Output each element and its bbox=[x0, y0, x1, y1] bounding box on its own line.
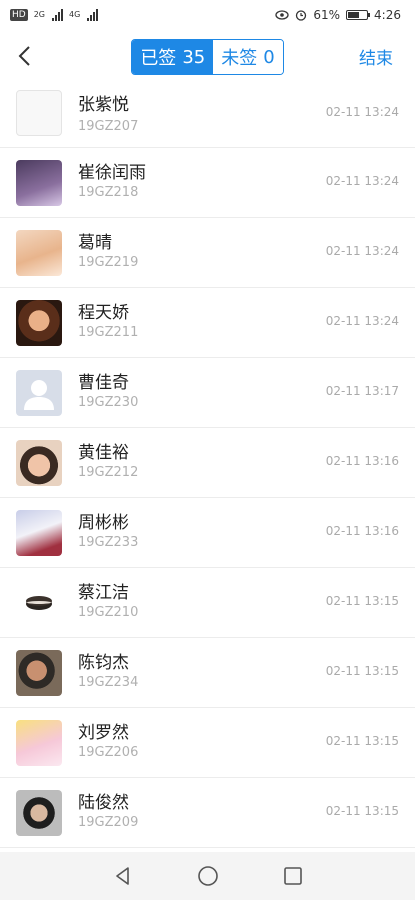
student-id: 19GZ233 bbox=[78, 535, 139, 550]
hd-badge: HD bbox=[10, 9, 28, 21]
tab-unsigned-count: 0 bbox=[263, 46, 275, 68]
list-item[interactable]: 蔡江洁 19GZ210 02-11 13:15 bbox=[0, 568, 415, 638]
sign-time: 02-11 13:24 bbox=[325, 174, 399, 188]
list-item[interactable]: 曹佳奇 19GZ230 02-11 13:17 bbox=[0, 358, 415, 428]
end-button[interactable]: 结束 bbox=[359, 44, 393, 69]
list-item[interactable]: 程天娇 19GZ211 02-11 13:24 bbox=[0, 288, 415, 358]
tab-signed[interactable]: 已签 35 bbox=[132, 40, 214, 74]
student-name: 葛晴 bbox=[78, 233, 112, 253]
sign-time: 02-11 13:16 bbox=[325, 454, 399, 468]
sign-time: 02-11 13:15 bbox=[325, 804, 399, 818]
tab-unsigned-label: 未签 bbox=[221, 48, 258, 69]
student-id: 19GZ230 bbox=[78, 395, 139, 410]
list-item[interactable]: 陆俊然 19GZ209 02-11 13:15 bbox=[0, 778, 415, 848]
tab-signed-label: 已签 bbox=[140, 48, 177, 69]
student-name: 张紫悦 bbox=[78, 95, 129, 115]
back-chevron-icon[interactable] bbox=[14, 44, 38, 68]
triangle-back-icon[interactable] bbox=[111, 864, 135, 888]
avatar bbox=[16, 650, 62, 696]
sign-time: 02-11 13:15 bbox=[325, 594, 399, 608]
list-item[interactable]: 黄佳裕 19GZ212 02-11 13:16 bbox=[0, 428, 415, 498]
sign-status-toggle: 已签 35 未签 0 bbox=[131, 39, 284, 75]
eye-icon bbox=[275, 10, 290, 20]
student-name: 崔徐闰雨 bbox=[78, 163, 146, 183]
student-id: 19GZ211 bbox=[78, 325, 139, 340]
signal-1-label: 2G bbox=[33, 10, 45, 19]
sign-time: 02-11 13:17 bbox=[325, 384, 399, 398]
clock: 4:26 bbox=[374, 8, 401, 22]
student-name: 蔡江洁 bbox=[78, 583, 129, 603]
avatar bbox=[16, 580, 62, 626]
avatar bbox=[16, 300, 62, 346]
student-id: 19GZ212 bbox=[78, 465, 139, 480]
list-item[interactable]: 陈钧杰 19GZ234 02-11 13:15 bbox=[0, 638, 415, 708]
avatar bbox=[16, 90, 62, 136]
student-id: 19GZ206 bbox=[78, 745, 139, 760]
avatar bbox=[16, 160, 62, 206]
circle-home-icon[interactable] bbox=[196, 864, 220, 888]
default-user-avatar bbox=[16, 370, 62, 416]
signal-2-icon bbox=[87, 9, 99, 21]
sign-time: 02-11 13:15 bbox=[325, 664, 399, 678]
tab-unsigned[interactable]: 未签 0 bbox=[213, 40, 283, 74]
student-name: 陈钧杰 bbox=[78, 653, 129, 673]
signal-2-label: 4G bbox=[69, 10, 81, 19]
student-name: 周彬彬 bbox=[78, 513, 129, 533]
square-recents-icon[interactable] bbox=[281, 864, 305, 888]
system-navigation-bar bbox=[0, 852, 415, 900]
student-name: 黄佳裕 bbox=[78, 443, 129, 463]
header: 已签 35 未签 0 结束 bbox=[0, 30, 415, 84]
avatar bbox=[16, 440, 62, 486]
student-name: 刘罗然 bbox=[78, 723, 129, 743]
status-bar: HD 2G 4G 61% 4:26 bbox=[0, 0, 415, 30]
list-item[interactable]: 刘罗然 19GZ206 02-11 13:15 bbox=[0, 708, 415, 778]
student-id: 19GZ218 bbox=[78, 185, 139, 200]
sign-time: 02-11 13:24 bbox=[325, 244, 399, 258]
signal-1-icon bbox=[52, 9, 63, 21]
list-item[interactable]: 崔徐闰雨 19GZ218 02-11 13:24 bbox=[0, 148, 415, 218]
avatar bbox=[16, 230, 62, 276]
student-id: 19GZ210 bbox=[78, 605, 139, 620]
student-name: 曹佳奇 bbox=[78, 373, 129, 393]
student-id: 19GZ219 bbox=[78, 255, 139, 270]
sign-time: 02-11 13:16 bbox=[325, 524, 399, 538]
battery-percent: 61% bbox=[313, 8, 341, 22]
status-bar-right: 61% 4:26 bbox=[275, 8, 401, 22]
avatar bbox=[16, 790, 62, 836]
student-name: 程天娇 bbox=[78, 303, 129, 323]
battery-icon bbox=[346, 10, 371, 20]
user-silhouette-icon bbox=[24, 380, 54, 410]
status-bar-left: HD 2G 4G bbox=[10, 9, 99, 21]
battery-level-fill bbox=[348, 12, 360, 18]
list-item[interactable]: 周彬彬 19GZ233 02-11 13:16 bbox=[0, 498, 415, 568]
list-item[interactable]: 葛晴 19GZ219 02-11 13:24 bbox=[0, 218, 415, 288]
cookie-icon bbox=[26, 596, 52, 610]
student-id: 19GZ234 bbox=[78, 675, 139, 690]
signed-list: 张紫悦 19GZ207 02-11 13:24 崔徐闰雨 19GZ218 02-… bbox=[0, 84, 415, 848]
sign-time: 02-11 13:24 bbox=[325, 314, 399, 328]
avatar bbox=[16, 510, 62, 556]
list-item[interactable]: 张紫悦 19GZ207 02-11 13:24 bbox=[0, 84, 415, 148]
student-id: 19GZ207 bbox=[78, 119, 139, 134]
sign-time: 02-11 13:24 bbox=[325, 105, 399, 119]
avatar bbox=[16, 720, 62, 766]
sign-time: 02-11 13:15 bbox=[325, 734, 399, 748]
student-name: 陆俊然 bbox=[78, 793, 129, 813]
alarm-clock-icon bbox=[296, 10, 307, 21]
tab-signed-count: 35 bbox=[182, 46, 206, 68]
student-id: 19GZ209 bbox=[78, 815, 139, 830]
